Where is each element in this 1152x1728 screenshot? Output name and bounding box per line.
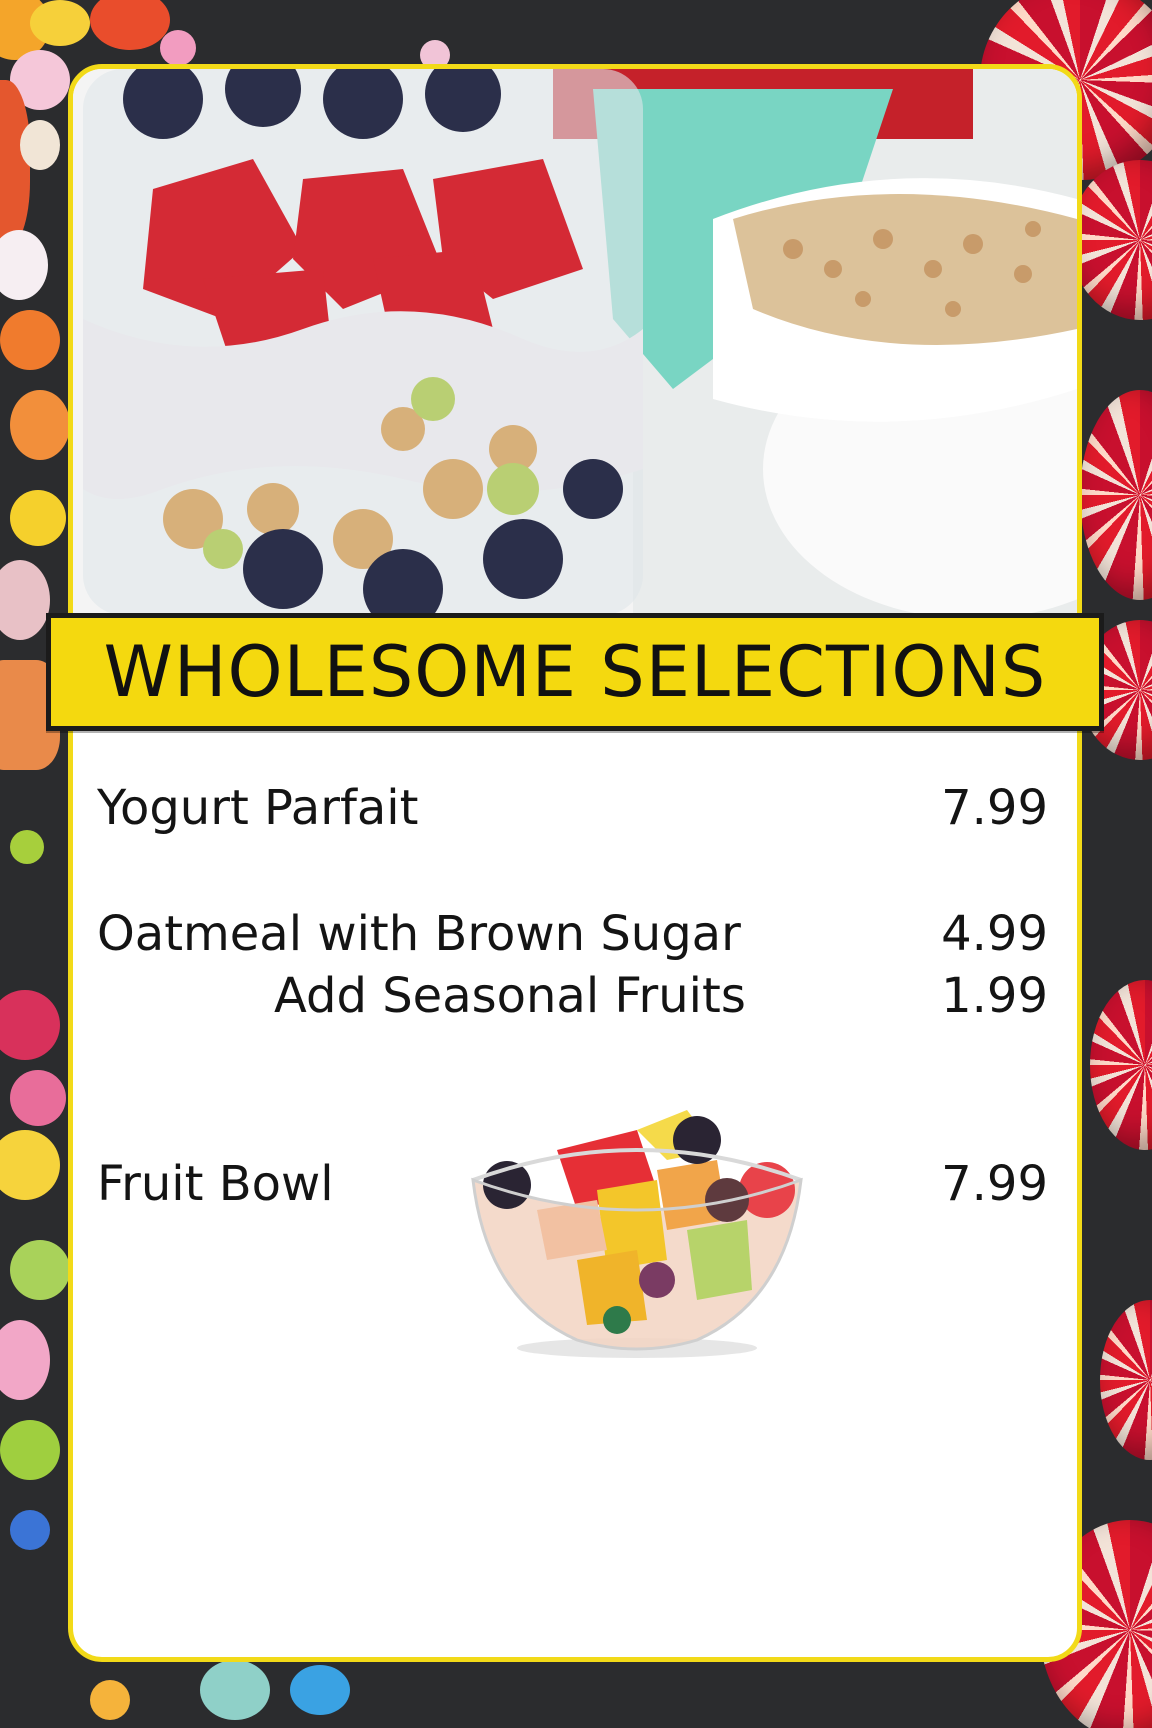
menu-item-name: Fruit Bowl <box>97 1156 334 1212</box>
lollipop <box>1100 1300 1152 1460</box>
menu-item-addon-name: Add Seasonal Fruits <box>274 968 746 1024</box>
section-title-banner: WHOLESOME SELECTIONS <box>46 613 1104 731</box>
lollipop <box>1090 980 1152 1150</box>
menu-card <box>68 64 1082 1662</box>
candy-piece <box>0 230 48 300</box>
menu-item-addon-price: 1.99 <box>941 968 1048 1024</box>
candy-piece <box>10 1070 66 1126</box>
menu-item-name: Yogurt Parfait <box>97 780 419 836</box>
candy-piece <box>160 30 196 66</box>
candy-piece <box>20 120 60 170</box>
candy-piece <box>0 1320 50 1400</box>
candy-piece <box>0 990 60 1060</box>
candy-piece <box>10 830 44 864</box>
lollipop <box>1080 390 1152 600</box>
candy-piece <box>30 0 90 46</box>
candy-piece <box>10 390 70 460</box>
menu-item-price: 7.99 <box>941 780 1048 836</box>
candy-piece <box>200 1660 270 1720</box>
menu-item-price: 4.99 <box>941 906 1048 962</box>
candy-piece <box>0 310 60 370</box>
fruit-bowl-image <box>467 1100 807 1360</box>
candy-piece <box>10 1510 50 1550</box>
candy-piece <box>0 1130 60 1200</box>
candy-piece <box>290 1665 350 1715</box>
menu-item-name: Oatmeal with Brown Sugar <box>97 906 741 962</box>
candy-piece <box>0 560 50 640</box>
candy-piece <box>10 490 66 546</box>
lollipop <box>1070 160 1152 320</box>
menu-item-price: 7.99 <box>941 1156 1048 1212</box>
candy-piece <box>10 1240 70 1300</box>
candy-piece <box>90 0 170 50</box>
candy-piece <box>90 1680 130 1720</box>
candy-piece <box>0 1420 60 1480</box>
section-title: WHOLESOME SELECTIONS <box>103 631 1047 713</box>
hero-image-yogurt-parfait <box>73 69 1077 615</box>
